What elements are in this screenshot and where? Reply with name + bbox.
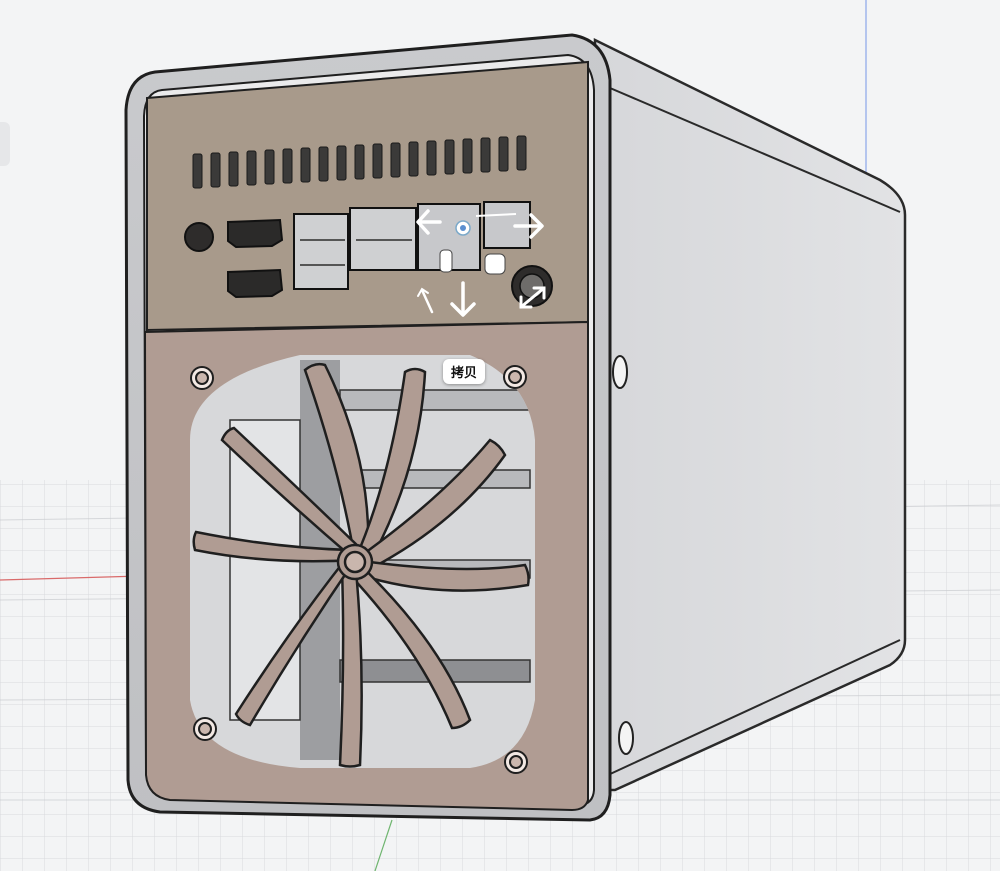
- scale-handle-icon[interactable]: [484, 253, 506, 275]
- hdmi-port-bottom: [227, 268, 284, 299]
- io-panel[interactable]: [146, 60, 589, 332]
- copy-tooltip-button[interactable]: 拷贝: [443, 359, 486, 384]
- round-port: [511, 265, 553, 307]
- fan-panel[interactable]: [143, 320, 589, 812]
- 3d-viewport[interactable]: [0, 0, 1000, 871]
- case-side-panel[interactable]: [593, 37, 907, 792]
- origin-point-icon[interactable]: [455, 220, 471, 236]
- power-button-hole: [184, 222, 214, 252]
- rotate-handle-icon[interactable]: [439, 249, 453, 273]
- hdmi-port-top: [227, 218, 284, 249]
